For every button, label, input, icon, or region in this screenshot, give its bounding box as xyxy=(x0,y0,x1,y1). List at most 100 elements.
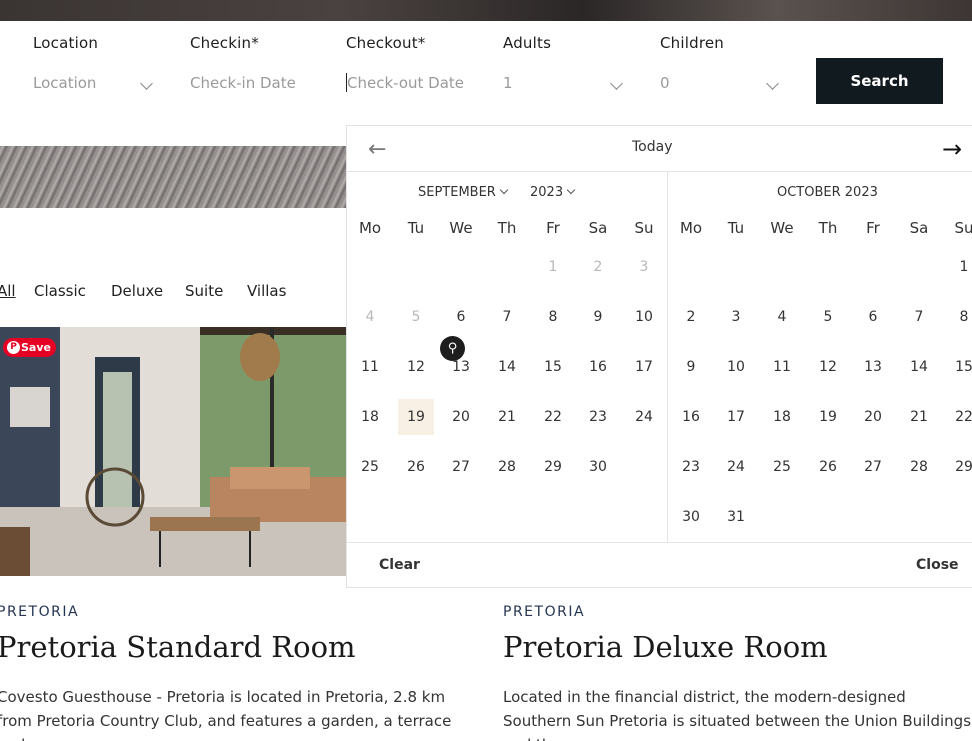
adults-select[interactable]: 1 xyxy=(503,74,513,92)
clear-button[interactable]: Clear xyxy=(379,557,420,573)
october-day-21[interactable]: 21 xyxy=(901,399,937,435)
october-weekday-su: Su xyxy=(954,219,972,237)
september-day-2[interactable]: 2 xyxy=(580,249,616,285)
september-day-27[interactable]: 27 xyxy=(443,449,479,485)
september-day-5[interactable]: 5 xyxy=(398,299,434,335)
room-title[interactable]: Pretoria Deluxe Room xyxy=(503,630,828,664)
october-day-4[interactable]: 4 xyxy=(764,299,800,335)
arrow-right-icon[interactable]: → xyxy=(942,135,962,163)
arrow-left-icon[interactable]: ← xyxy=(368,137,386,162)
text-cursor xyxy=(346,73,347,92)
september-day-30[interactable]: 30 xyxy=(580,449,616,485)
october-day-23[interactable]: 23 xyxy=(673,449,709,485)
year-select[interactable]: 2023 xyxy=(530,185,576,200)
september-day-23[interactable]: 23 xyxy=(580,399,616,435)
october-day-3[interactable]: 3 xyxy=(718,299,754,335)
hero-image-strip xyxy=(0,0,972,21)
september-weekday-mo: Mo xyxy=(358,219,382,237)
september-day-25[interactable]: 25 xyxy=(352,449,388,485)
chevron-down-icon xyxy=(566,185,576,195)
october-day-6[interactable]: 6 xyxy=(855,299,891,335)
october-weekday-th: Th xyxy=(818,219,838,237)
october-day-22[interactable]: 22 xyxy=(946,399,972,435)
september-day-28[interactable]: 28 xyxy=(489,449,525,485)
september-day-1[interactable]: 1 xyxy=(535,249,571,285)
october-day-15[interactable]: 15 xyxy=(946,349,972,385)
checkin-input[interactable]: Check-in Date xyxy=(190,74,296,92)
september-day-7[interactable]: 7 xyxy=(489,299,525,335)
september-day-29[interactable]: 29 xyxy=(535,449,571,485)
october-day-26[interactable]: 26 xyxy=(810,449,846,485)
october-day-25[interactable]: 25 xyxy=(764,449,800,485)
children-select[interactable]: 0 xyxy=(660,74,670,92)
october-day-9[interactable]: 9 xyxy=(673,349,709,385)
september-day-20[interactable]: 20 xyxy=(443,399,479,435)
october-day-7[interactable]: 7 xyxy=(901,299,937,335)
tab-deluxe[interactable]: Deluxe xyxy=(111,282,163,300)
september-day-18[interactable]: 18 xyxy=(352,399,388,435)
october-day-17[interactable]: 17 xyxy=(718,399,754,435)
october-day-19[interactable]: 19 xyxy=(810,399,846,435)
october-day-11[interactable]: 11 xyxy=(764,349,800,385)
standard-room-photo[interactable] xyxy=(0,327,346,576)
location-select[interactable]: Location xyxy=(33,74,96,92)
september-weekday-su: Su xyxy=(634,219,654,237)
september-day-19[interactable]: 19 xyxy=(398,399,434,435)
pinterest-icon: P xyxy=(7,341,20,354)
month-select[interactable]: SEPTEMBER xyxy=(418,185,509,200)
october-day-20[interactable]: 20 xyxy=(855,399,891,435)
october-day-14[interactable]: 14 xyxy=(901,349,937,385)
september-day-22[interactable]: 22 xyxy=(535,399,571,435)
september-day-15[interactable]: 15 xyxy=(535,349,571,385)
divider xyxy=(346,171,972,172)
september-day-4[interactable]: 4 xyxy=(352,299,388,335)
october-day-1[interactable]: 1 xyxy=(946,249,972,285)
october-day-31[interactable]: 31 xyxy=(718,499,754,535)
room-title[interactable]: Pretoria Standard Room xyxy=(0,630,356,664)
september-day-10[interactable]: 10 xyxy=(626,299,662,335)
october-day-13[interactable]: 13 xyxy=(855,349,891,385)
september-weekday-th: Th xyxy=(497,219,517,237)
checkout-input[interactable]: Check-out Date xyxy=(347,74,464,92)
september-day-6[interactable]: 6 xyxy=(443,299,479,335)
september-day-11[interactable]: 11 xyxy=(352,349,388,385)
rug-image-strip xyxy=(0,146,346,208)
october-day-10[interactable]: 10 xyxy=(718,349,754,385)
september-day-21[interactable]: 21 xyxy=(489,399,525,435)
october-weekday-mo: Mo xyxy=(679,219,703,237)
tab-villas[interactable]: Villas xyxy=(247,282,286,300)
september-day-9[interactable]: 9 xyxy=(580,299,616,335)
pinterest-save-button[interactable]: P Save xyxy=(3,338,56,357)
september-day-26[interactable]: 26 xyxy=(398,449,434,485)
october-day-18[interactable]: 18 xyxy=(764,399,800,435)
october-day-8[interactable]: 8 xyxy=(946,299,972,335)
september-day-24[interactable]: 24 xyxy=(626,399,662,435)
today-button[interactable]: Today xyxy=(632,139,673,155)
visual-search-icon[interactable]: ⚲ xyxy=(440,336,465,361)
september-day-8[interactable]: 8 xyxy=(535,299,571,335)
tab-all[interactable]: All xyxy=(0,282,16,300)
october-day-29[interactable]: 29 xyxy=(946,449,972,485)
october-day-24[interactable]: 24 xyxy=(718,449,754,485)
october-day-16[interactable]: 16 xyxy=(673,399,709,435)
september-day-3[interactable]: 3 xyxy=(626,249,662,285)
october-day-5[interactable]: 5 xyxy=(810,299,846,335)
room-illustration xyxy=(0,327,346,576)
tab-classic[interactable]: Classic xyxy=(34,282,86,300)
september-day-16[interactable]: 16 xyxy=(580,349,616,385)
month-select-label: SEPTEMBER xyxy=(418,185,496,200)
close-button[interactable]: Close xyxy=(916,557,959,573)
september-day-17[interactable]: 17 xyxy=(626,349,662,385)
divider xyxy=(667,171,668,542)
october-day-28[interactable]: 28 xyxy=(901,449,937,485)
search-button[interactable]: Search xyxy=(816,58,943,104)
october-day-12[interactable]: 12 xyxy=(810,349,846,385)
september-weekday-fr: Fr xyxy=(546,219,560,237)
location-label: Location xyxy=(33,34,99,52)
october-day-27[interactable]: 27 xyxy=(855,449,891,485)
september-day-14[interactable]: 14 xyxy=(489,349,525,385)
september-day-12[interactable]: 12 xyxy=(398,349,434,385)
tab-suite[interactable]: Suite xyxy=(185,282,223,300)
october-day-2[interactable]: 2 xyxy=(673,299,709,335)
october-day-30[interactable]: 30 xyxy=(673,499,709,535)
